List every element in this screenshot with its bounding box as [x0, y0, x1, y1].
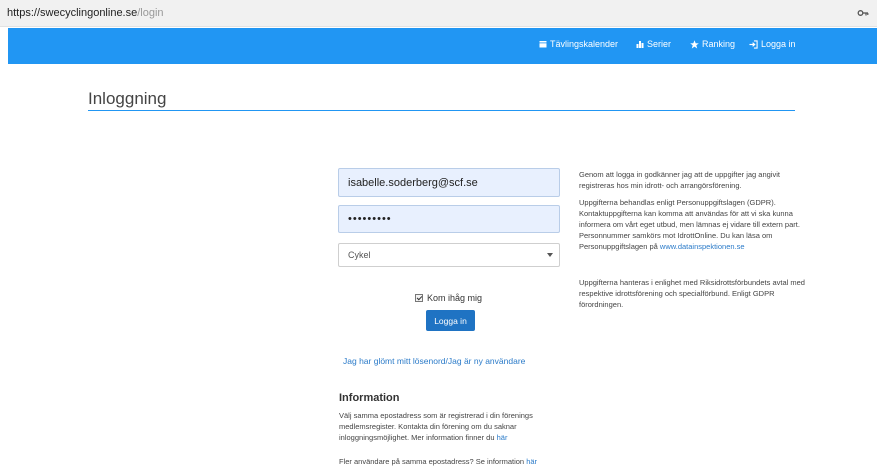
chevron-down-icon — [547, 253, 553, 257]
url-text[interactable]: https://swecyclingonline.se/login — [7, 7, 164, 19]
riksidrott-notice: Uppgifterna hanteras i enlighet med Riks… — [579, 278, 805, 309]
sport-select-value: Cykel — [348, 250, 371, 260]
calendar-icon — [539, 41, 547, 48]
url-host: https://swecyclingonline.se — [7, 7, 138, 19]
datainspektionen-link[interactable]: www.datainspektionen.se — [660, 242, 745, 251]
key-icon[interactable] — [857, 7, 869, 19]
login-button[interactable]: Logga in — [426, 310, 475, 331]
browser-url-bar[interactable]: https://swecyclingonline.se/login — [0, 0, 877, 27]
nav-label: Tävlingskalender — [550, 39, 619, 49]
sport-select[interactable]: Cykel — [338, 243, 560, 267]
remember-me[interactable]: Kom ihåg mig — [415, 293, 482, 303]
bar-chart-icon — [636, 41, 644, 48]
nav-item-tavlingskalender[interactable]: Tävlingskalender — [539, 39, 618, 49]
multiple-users-text: Fler användare på samma epostadress? Se … — [339, 456, 579, 466]
information-link[interactable]: här — [497, 433, 508, 442]
nav-item-logga-in[interactable]: Logga in — [749, 39, 796, 49]
nav-item-serier[interactable]: Serier — [636, 39, 671, 49]
password-field[interactable]: ••••••••• — [338, 205, 560, 233]
email-field[interactable]: isabelle.soderberg@scf.se — [338, 168, 560, 197]
forgot-password-link[interactable]: Jag har glömt mitt lösenord/Jag är ny an… — [343, 356, 525, 366]
nav-label: Logga in — [761, 39, 796, 49]
nav-label: Ranking — [702, 39, 736, 49]
multiple-users-link[interactable]: här — [526, 457, 537, 466]
page-title: Inloggning — [88, 89, 167, 108]
sign-in-icon — [749, 39, 758, 49]
title-divider — [88, 110, 795, 111]
information-heading: Information — [339, 392, 400, 404]
information-text: Välj samma epostadress som är registrera… — [339, 410, 579, 443]
gdpr-notice: Uppgifterna behandlas enligt Personuppgi… — [579, 197, 811, 252]
multiple-users-text-body: Fler användare på samma epostadress? Se … — [339, 457, 525, 466]
url-path: /login — [137, 7, 164, 19]
top-navbar: Tävlingskalender Serier Ranking Logga in — [8, 28, 877, 64]
remember-me-checkbox[interactable] — [415, 294, 423, 302]
remember-me-label: Kom ihåg mig — [427, 293, 483, 303]
nav-item-ranking[interactable]: Ranking — [690, 39, 735, 49]
consent-notice: Genom att logga in godkänner jag att de … — [579, 170, 780, 190]
nav-label: Serier — [647, 39, 672, 49]
star-icon — [690, 39, 699, 48]
